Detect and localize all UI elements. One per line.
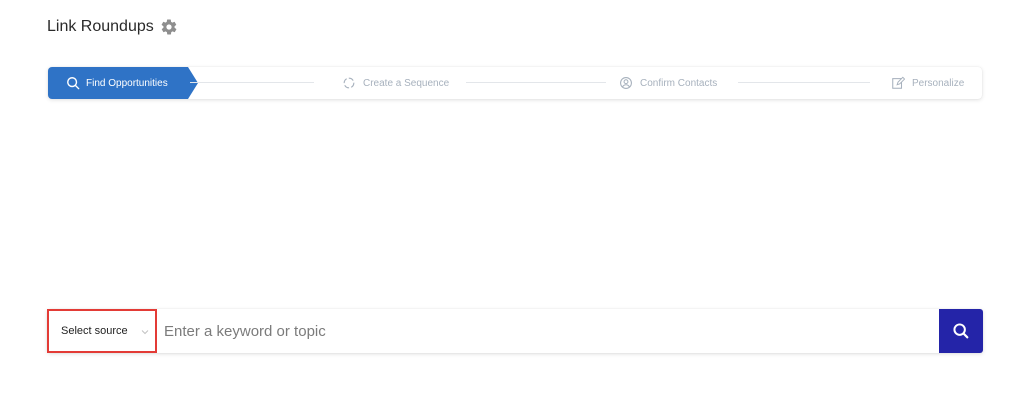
- step-connector: [190, 82, 314, 83]
- step-label: Confirm Contacts: [640, 77, 718, 89]
- source-select-label: Select source: [61, 325, 128, 337]
- source-select[interactable]: Select source: [47, 309, 157, 353]
- step-label: Create a Sequence: [363, 77, 450, 89]
- step-label: Personalize: [912, 77, 965, 89]
- search-icon: [953, 323, 969, 339]
- edit-icon: [891, 76, 905, 90]
- progress-stepper: Find Opportunities Create a Sequence Con…: [48, 67, 982, 99]
- search-icon: [66, 76, 80, 90]
- step-connector: [466, 82, 606, 83]
- chevron-down-icon: [141, 328, 149, 336]
- page-header: Link Roundups: [47, 16, 178, 38]
- step-find-opportunities[interactable]: Find Opportunities: [48, 67, 198, 99]
- user-circle-icon: [619, 76, 633, 90]
- step-label: Find Opportunities: [86, 77, 168, 89]
- page-title: Link Roundups: [47, 18, 154, 35]
- search-button[interactable]: [939, 309, 983, 353]
- step-arrow: [188, 67, 198, 99]
- refresh-icon: [342, 76, 356, 90]
- gear-icon[interactable]: [160, 18, 178, 36]
- step-confirm-contacts[interactable]: Confirm Contacts: [619, 67, 717, 99]
- keyword-input[interactable]: [162, 309, 938, 353]
- step-personalize[interactable]: Personalize: [891, 67, 964, 99]
- step-connector: [738, 82, 870, 83]
- search-bar: Select source: [47, 309, 983, 353]
- step-create-a-sequence[interactable]: Create a Sequence: [342, 67, 449, 99]
